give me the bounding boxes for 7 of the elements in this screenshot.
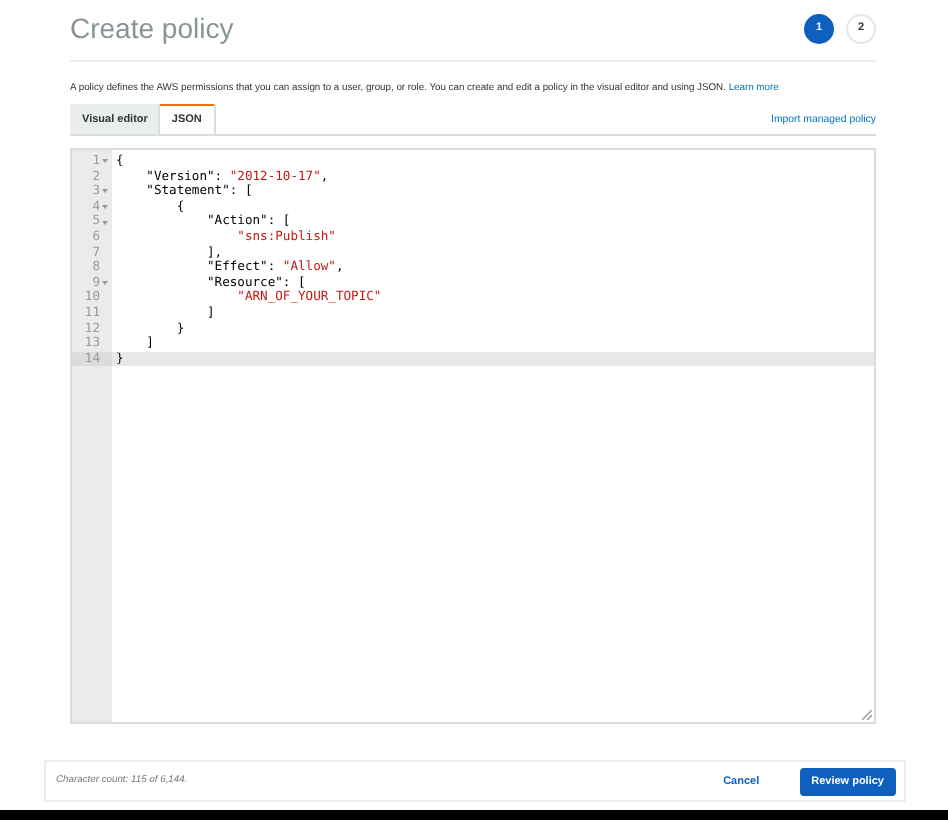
fold-arrow-icon[interactable] <box>102 158 108 165</box>
fold-arrow-icon[interactable] <box>102 204 108 211</box>
page-title: Create policy <box>70 12 234 44</box>
fold-arrow-icon[interactable] <box>102 188 108 195</box>
fold-arrow-icon[interactable] <box>102 280 108 287</box>
resize-handle-icon[interactable] <box>862 710 872 720</box>
fold-arrow-icon[interactable] <box>102 219 108 226</box>
